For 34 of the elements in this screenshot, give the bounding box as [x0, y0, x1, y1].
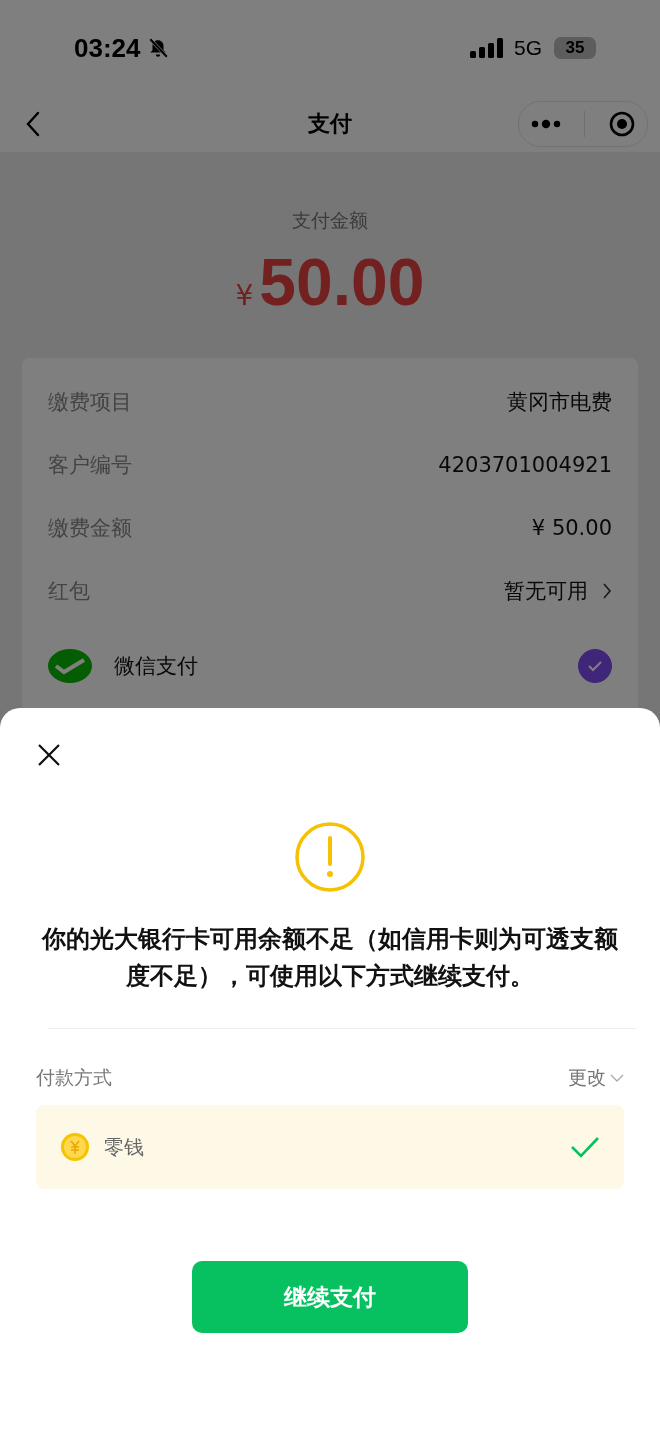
detail-value: 黄冈市电费: [507, 388, 612, 416]
close-icon[interactable]: [37, 743, 61, 767]
close-miniprogram-icon[interactable]: [609, 111, 636, 137]
currency-sign: ¥: [235, 279, 254, 312]
coin-icon: [60, 1132, 90, 1162]
bell-muted-icon: [146, 37, 169, 59]
amount-label: 支付金额: [292, 208, 368, 233]
chevron-down-icon: [610, 1074, 624, 1082]
detail-link[interactable]: 暂无可用: [504, 576, 588, 605]
amount-value: 50.00: [259, 244, 425, 320]
detail-label: 红包: [48, 577, 90, 605]
check-icon: [570, 1136, 600, 1158]
warning-message: 你的光大银行卡可用余额不足（如信用卡则为可透支额度不足），可使用以下方式继续支付。: [40, 924, 619, 992]
detail-value: 4203701004921: [438, 452, 612, 477]
change-link[interactable]: 更改: [568, 1065, 624, 1091]
more-icon[interactable]: [530, 119, 561, 129]
payment-option-label: 微信支付: [114, 653, 198, 680]
detail-label: 缴费金额: [48, 514, 132, 542]
checkbox[interactable]: [578, 649, 612, 683]
detail-label: 缴费项目: [48, 388, 132, 416]
page-title: 支付: [308, 110, 352, 138]
back-icon[interactable]: [26, 111, 40, 137]
method-name: 零钱: [104, 1133, 144, 1161]
network-label: 5G: [514, 36, 542, 60]
warning-icon: [294, 821, 366, 893]
detail-value: ¥ 50.00: [531, 515, 612, 540]
battery-level: 35: [565, 38, 585, 58]
signal-icon: [470, 38, 504, 58]
detail-label: 客户编号: [48, 451, 132, 479]
payment-method-label: 付款方式: [36, 1065, 112, 1090]
wechat-pay-icon: [48, 648, 92, 684]
payment-method-option[interactable]: 零钱: [36, 1105, 624, 1189]
chevron-icon: [602, 581, 612, 600]
status-time: 03:24: [74, 32, 141, 64]
